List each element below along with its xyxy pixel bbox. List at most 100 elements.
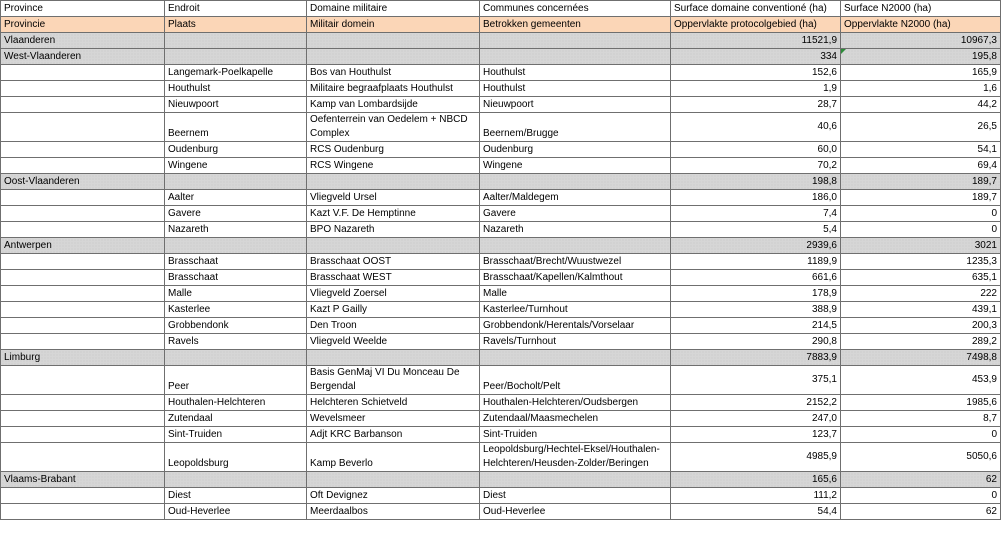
cell-place: Peer <box>164 365 307 395</box>
cell-surface: 214,5 <box>670 317 841 334</box>
cell-surface: 7883,9 <box>670 349 841 366</box>
region-row: Vlaanderen 11521,9 10967,3 <box>0 32 1001 49</box>
table-row: Gavere Kazt V.F. De Hemptinne Gavere 7,4 0 <box>0 205 1001 222</box>
cell-n2000: 0 <box>840 205 1001 222</box>
cell-province: Vlaanderen <box>0 32 165 49</box>
cell-municipalities: Aalter/Maldegem <box>479 189 671 206</box>
cell-surface: 4985,9 <box>670 442 841 472</box>
cell-province <box>0 96 165 113</box>
cell-surface: 5,4 <box>670 221 841 238</box>
comment-marker-icon <box>841 49 846 54</box>
header-domain-nl: Militair domein <box>306 16 480 33</box>
table-row: Brasschaat Brasschaat WEST Brasschaat/Kape… <box>0 269 1001 286</box>
cell-province <box>0 253 165 270</box>
cell-place: Grobbendonk <box>164 317 307 334</box>
table-row: Beernem Oefenterrein van Oedelem + NBCD C… <box>0 112 1001 142</box>
cell-municipalities: Nazareth <box>479 221 671 238</box>
table-row: Brasschaat Brasschaat OOST Brasschaat/Brec… <box>0 253 1001 270</box>
cell-province: Limburg <box>0 349 165 366</box>
header-province-fr: Province <box>0 0 165 17</box>
cell-province: Antwerpen <box>0 237 165 254</box>
cell-province <box>0 333 165 350</box>
cell-municipalities <box>479 471 671 488</box>
cell-municipalities <box>479 237 671 254</box>
cell-domain: Bos van Houthulst <box>306 64 480 81</box>
cell-place: Houthalen-Helchteren <box>164 394 307 411</box>
cell-province: Oost-Vlaanderen <box>0 173 165 190</box>
table-row: Malle Vliegveld Zoersel Malle 178,9 222 <box>0 285 1001 302</box>
cell-n2000: 44,2 <box>840 96 1001 113</box>
cell-n2000: 10967,3 <box>840 32 1001 49</box>
cell-municipalities: Brasschaat/Kapellen/Kalmthout <box>479 269 671 286</box>
cell-surface: 60,0 <box>670 141 841 158</box>
cell-surface: 123,7 <box>670 426 841 443</box>
cell-n2000: 165,9 <box>840 64 1001 81</box>
region-row: Oost-Vlaanderen 198,8 189,7 <box>0 173 1001 190</box>
cell-n2000: 439,1 <box>840 301 1001 318</box>
cell-n2000: 0 <box>840 221 1001 238</box>
cell-province <box>0 410 165 427</box>
cell-place <box>164 471 307 488</box>
cell-municipalities: Ravels/Turnhout <box>479 333 671 350</box>
cell-domain: Oefenterrein van Oedelem + NBCD Complex <box>306 112 480 142</box>
table-row: Leopoldsburg Kamp Beverlo Leopoldsburg/Hec… <box>0 442 1001 472</box>
cell-place: Brasschaat <box>164 269 307 286</box>
table-row: Nieuwpoort Kamp van Lombardsijde Nieuwpoor… <box>0 96 1001 113</box>
cell-domain: Helchteren Schietveld <box>306 394 480 411</box>
region-row: West-Vlaanderen 334 195,8 <box>0 48 1001 65</box>
cell-municipalities: Kasterlee/Turnhout <box>479 301 671 318</box>
cell-domain <box>306 471 480 488</box>
cell-n2000: 222 <box>840 285 1001 302</box>
table-row: Oudenburg RCS Oudenburg Oudenburg 60,0 54,1 <box>0 141 1001 158</box>
cell-domain: Meerdaalbos <box>306 503 480 520</box>
cell-province: West-Vlaanderen <box>0 48 165 65</box>
cell-domain: Adjt KRC Barbanson <box>306 426 480 443</box>
cell-surface: 198,8 <box>670 173 841 190</box>
cell-province <box>0 365 165 395</box>
table-body: Province Endroit Domaine militaire Commu… <box>0 0 1001 520</box>
header-domain-fr: Domaine militaire <box>306 0 480 17</box>
cell-province <box>0 301 165 318</box>
header-surface-fr: Surface domaine conventioné (ha) <box>670 0 841 17</box>
cell-domain <box>306 237 480 254</box>
cell-municipalities: Diest <box>479 487 671 504</box>
cell-province <box>0 112 165 142</box>
cell-domain: RCS Oudenburg <box>306 141 480 158</box>
cell-surface: 334 <box>670 48 841 65</box>
cell-municipalities <box>479 48 671 65</box>
cell-domain: Brasschaat WEST <box>306 269 480 286</box>
region-row: Vlaams-Brabant 165,6 62 <box>0 471 1001 488</box>
cell-municipalities: Sint-Truiden <box>479 426 671 443</box>
cell-domain: BPO Nazareth <box>306 221 480 238</box>
table-row: Ravels Vliegveld Weelde Ravels/Turnhout 290… <box>0 333 1001 350</box>
cell-n2000: 189,7 <box>840 189 1001 206</box>
header-row-fr: Province Endroit Domaine militaire Commu… <box>0 0 1001 17</box>
cell-province <box>0 426 165 443</box>
cell-surface: 2152,2 <box>670 394 841 411</box>
cell-surface: 290,8 <box>670 333 841 350</box>
cell-domain <box>306 173 480 190</box>
cell-n2000: 62 <box>840 471 1001 488</box>
table-row: Diest Oft Devignez Diest 111,2 0 <box>0 487 1001 504</box>
cell-domain: Militaire begraafplaats Houthulst <box>306 80 480 97</box>
cell-municipalities: Leopoldsburg/Hechtel-Eksel/Houthalen-Hel… <box>479 442 671 472</box>
cell-surface: 388,9 <box>670 301 841 318</box>
cell-domain: Vliegveld Weelde <box>306 333 480 350</box>
cell-municipalities: Brasschaat/Brecht/Wuustwezel <box>479 253 671 270</box>
cell-n2000: 195,8 <box>840 48 1001 65</box>
cell-n2000: 189,7 <box>840 173 1001 190</box>
cell-municipalities: Oudenburg <box>479 141 671 158</box>
header-province-nl: Provincie <box>0 16 165 33</box>
cell-domain: RCS Wingene <box>306 157 480 174</box>
cell-municipalities <box>479 349 671 366</box>
cell-municipalities: Gavere <box>479 205 671 222</box>
cell-place: Malle <box>164 285 307 302</box>
cell-municipalities: Grobbendonk/Herentals/Vorselaar <box>479 317 671 334</box>
cell-province: Vlaams-Brabant <box>0 471 165 488</box>
table-row: Nazareth BPO Nazareth Nazareth 5,4 0 <box>0 221 1001 238</box>
table-row: Peer Basis GenMaj VI Du Monceau De Bergen… <box>0 365 1001 395</box>
cell-municipalities: Houthulst <box>479 80 671 97</box>
cell-domain: Basis GenMaj VI Du Monceau De Bergendal <box>306 365 480 395</box>
cell-place: Kasterlee <box>164 301 307 318</box>
cell-n2000: 0 <box>840 487 1001 504</box>
